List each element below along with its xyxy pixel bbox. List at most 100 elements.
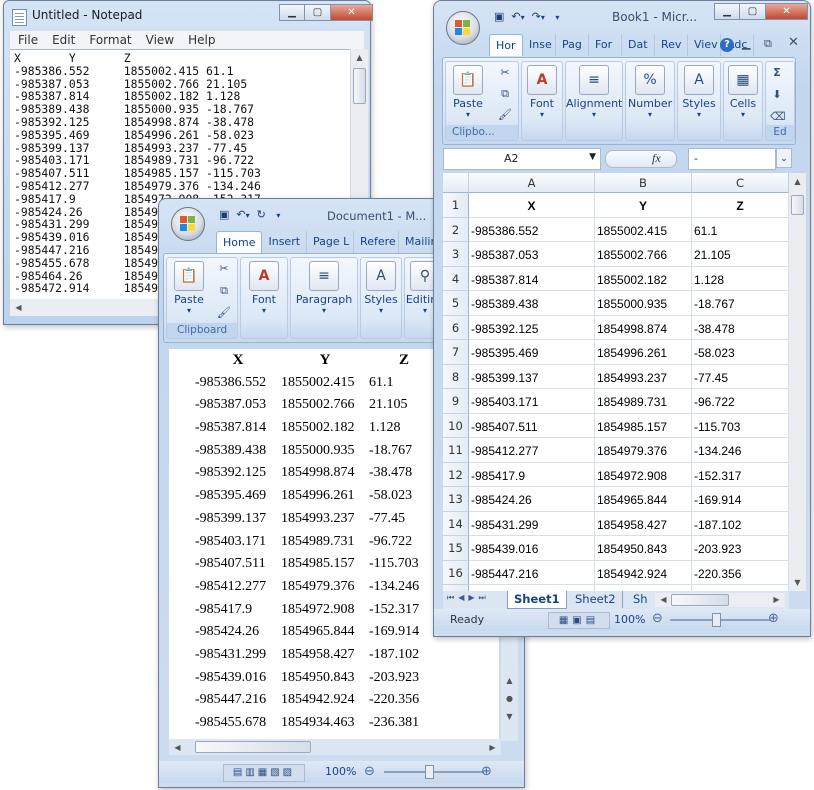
scroll-thumb[interactable] <box>353 68 366 104</box>
worksheet-cell[interactable]: -985424.26 <box>469 487 595 512</box>
worksheet-cell[interactable]: 1854965.844 <box>595 487 692 512</box>
font-button[interactable]: A Font ▾ <box>524 65 560 119</box>
sheet-tab-3[interactable]: Sh <box>629 591 652 608</box>
excel-horizontal-scrollbar[interactable]: ◀ ▶ <box>655 593 785 607</box>
worksheet-cell[interactable]: -134.246 <box>692 438 789 463</box>
ribbon-minimize-icon[interactable]: ▁ <box>742 37 750 50</box>
save-icon[interactable]: ▣ <box>219 208 229 221</box>
browse-object-icon[interactable]: ● <box>501 690 518 707</box>
zoom-out-icon[interactable]: ⊖ <box>652 611 663 626</box>
word-horizontal-scrollbar[interactable]: ◀ ▶ <box>169 739 501 755</box>
excel-zoom-level[interactable]: 100% <box>614 613 645 626</box>
office-button-icon[interactable] <box>446 11 480 45</box>
minimize-button[interactable]: ▁ <box>714 3 740 20</box>
name-box-dropdown-icon[interactable]: ▼ <box>589 152 596 162</box>
worksheet-cell[interactable]: -187.102 <box>692 511 789 536</box>
scroll-down-icon[interactable]: ▼ <box>789 574 806 591</box>
menu-format[interactable]: Format <box>89 31 131 49</box>
close-button[interactable]: ✕ <box>331 4 373 21</box>
worksheet-cell[interactable]: -96.722 <box>692 389 789 414</box>
worksheet-cell[interactable]: -985431.299 <box>469 511 595 536</box>
maximize-button[interactable]: ▢ <box>305 4 331 21</box>
zoom-in-icon[interactable]: ⊕ <box>768 611 779 626</box>
menu-view[interactable]: View <box>146 31 174 49</box>
insert-function-icon[interactable]: fx <box>652 151 661 166</box>
tab-home[interactable]: Home <box>216 231 263 253</box>
minimize-button[interactable]: ▁ <box>279 4 305 21</box>
undo-icon[interactable]: ↶ <box>236 208 245 221</box>
row-header[interactable]: 7 <box>443 340 469 365</box>
row-header[interactable]: 16 <box>443 560 469 585</box>
close-button[interactable]: ✕ <box>766 3 808 20</box>
row-header[interactable]: 8 <box>443 364 469 389</box>
undo-icon[interactable]: ↶ <box>511 10 520 23</box>
row-header[interactable]: 2 <box>443 217 469 242</box>
worksheet-cell[interactable]: -169.914 <box>692 487 789 512</box>
view-buttons[interactable]: ▤▥▦▧▨ <box>223 764 305 782</box>
worksheet-cell[interactable]: Z <box>692 193 789 218</box>
formula-bar[interactable]: - <box>688 148 776 170</box>
scroll-thumb[interactable] <box>671 594 729 606</box>
cut-icon[interactable]: ✂ <box>217 262 231 276</box>
paste-button[interactable]: 📋 Paste ▾ <box>171 261 207 315</box>
worksheet-cell[interactable]: 1855002.415 <box>595 217 692 242</box>
help-icon[interactable]: ? <box>720 38 734 52</box>
scroll-thumb[interactable] <box>791 195 804 215</box>
row-header[interactable]: 14 <box>443 511 469 536</box>
tab-view[interactable]: Viev <box>688 34 721 56</box>
worksheet-cell[interactable]: -152.317 <box>692 462 789 487</box>
menu-edit[interactable]: Edit <box>52 31 75 49</box>
worksheet-cell[interactable]: 61.1 <box>692 217 789 242</box>
row-header[interactable]: 10 <box>443 413 469 438</box>
next-page-icon[interactable]: ▼ <box>501 708 518 725</box>
row-header[interactable]: 4 <box>443 266 469 291</box>
sheet-tab-1[interactable]: Sheet1 <box>507 591 567 609</box>
scroll-right-icon[interactable]: ▶ <box>768 591 785 608</box>
format-painter-icon[interactable]: 🖌 <box>217 306 231 320</box>
previous-page-icon[interactable]: ▲ <box>501 672 518 689</box>
worksheet-cell[interactable]: Y <box>595 193 692 218</box>
worksheet-cell[interactable]: -77.45 <box>692 364 789 389</box>
scroll-left-icon[interactable]: ◀ <box>169 739 186 756</box>
column-header-a[interactable]: A <box>469 173 595 193</box>
worksheet-cell[interactable]: -985392.125 <box>469 315 595 340</box>
worksheet-cell[interactable]: -985439.016 <box>469 536 595 561</box>
copy-icon[interactable]: ⧉ <box>498 87 512 101</box>
scroll-left-icon[interactable]: ◀ <box>655 591 672 608</box>
paste-button[interactable]: 📋 Paste ▾ <box>450 65 486 119</box>
editing-button[interactable]: ⚲ Editing▾ <box>405 261 435 315</box>
worksheet-cell[interactable]: -58.023 <box>692 340 789 365</box>
tab-insert[interactable]: Insert <box>262 231 308 253</box>
row-header[interactable]: 6 <box>443 315 469 340</box>
worksheet-cell[interactable]: 1855002.766 <box>595 242 692 267</box>
fill-icon[interactable]: ⬇ <box>770 88 784 102</box>
scroll-right-icon[interactable]: ▶ <box>484 739 501 756</box>
worksheet-cell[interactable]: X <box>469 193 595 218</box>
worksheet-cell[interactable]: 1854996.261 <box>595 340 692 365</box>
worksheet-cell[interactable]: 1.128 <box>692 266 789 291</box>
name-box[interactable]: A2 ▼ <box>443 148 601 170</box>
redo-icon[interactable]: ↻ <box>257 208 266 221</box>
worksheet-cell[interactable]: 1854972.908 <box>595 462 692 487</box>
worksheet-cell[interactable]: 1854998.874 <box>595 315 692 340</box>
tab-page-layout[interactable]: Page L <box>307 231 355 253</box>
worksheet-cell[interactable]: -985386.552 <box>469 217 595 242</box>
worksheet-cell[interactable]: 1854985.157 <box>595 413 692 438</box>
sheet-tab-2[interactable]: Sheet2 <box>569 591 623 608</box>
select-all-button[interactable] <box>443 173 469 193</box>
worksheet-cell[interactable]: -985395.469 <box>469 340 595 365</box>
worksheet-cell[interactable]: -985447.216 <box>469 560 595 585</box>
menu-help[interactable]: Help <box>188 31 215 49</box>
worksheet-cell[interactable]: 1854942.924 <box>595 560 692 585</box>
zoom-slider-thumb[interactable] <box>425 765 434 779</box>
tab-review[interactable]: Rev <box>655 34 688 56</box>
row-header[interactable]: 3 <box>443 242 469 267</box>
cut-icon[interactable]: ✂ <box>498 66 512 80</box>
ribbon-restore-icon[interactable]: ⧉ <box>764 37 772 51</box>
worksheet-cell[interactable]: -115.703 <box>692 413 789 438</box>
zoom-slider[interactable] <box>384 771 484 773</box>
cells-button[interactable]: ▦ Cells ▾ <box>726 65 760 119</box>
worksheet-cell[interactable]: -985417.9 <box>469 462 595 487</box>
row-header[interactable]: 11 <box>443 438 469 463</box>
font-button[interactable]: A Font ▾ <box>245 261 283 315</box>
